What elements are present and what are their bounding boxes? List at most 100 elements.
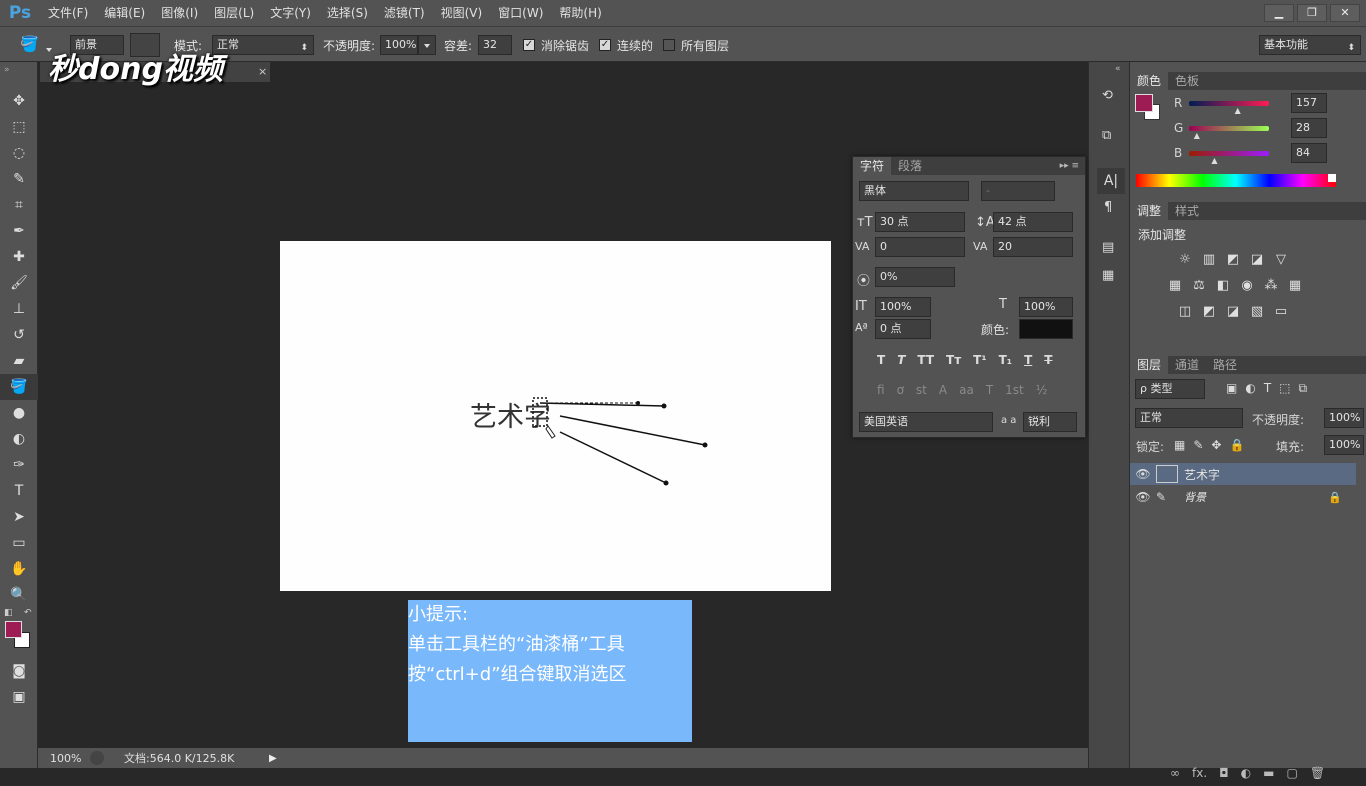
brush-presets-icon[interactable]: ▤ — [1102, 240, 1114, 255]
status-arrow-icon[interactable]: ▶ — [269, 753, 277, 764]
smart-filter-icon[interactable]: ⧉ — [1299, 381, 1308, 396]
blur-tool-icon[interactable]: ● — [0, 400, 38, 426]
curves-icon[interactable]: ◩ — [1224, 252, 1242, 268]
lock-pixels-icon[interactable]: ✎ — [1193, 438, 1203, 452]
hue-saturation-icon[interactable]: ▦ — [1166, 278, 1184, 294]
brightness-icon[interactable]: ☼ — [1176, 252, 1194, 268]
layer-row[interactable]: 👁 艺术字 — [1130, 463, 1356, 485]
pen-tool-icon[interactable]: ✑ — [0, 452, 38, 478]
tracking-input[interactable]: 20 — [993, 237, 1073, 257]
menu-image[interactable]: 图像(I) — [153, 0, 206, 26]
fractions-icon[interactable]: ½ — [1036, 383, 1048, 397]
quick-mask-icon[interactable]: ◙ — [0, 658, 38, 684]
panel-menu-icon[interactable]: ▸▸ ≡ — [1060, 161, 1079, 171]
all-caps-icon[interactable]: TT — [917, 353, 934, 367]
eyedropper-tool-icon[interactable]: ✒ — [0, 218, 38, 244]
default-colors-icon[interactable]: ◧ — [4, 608, 13, 618]
language-select[interactable]: 美国英语 — [859, 412, 993, 432]
close-tab-icon[interactable]: × — [258, 65, 267, 78]
paragraph-icon[interactable]: ¶ — [1104, 200, 1112, 215]
collapse-icon[interactable]: » — [0, 62, 37, 88]
healing-brush-tool-icon[interactable]: ✚ — [0, 244, 38, 270]
opacity-input[interactable]: 100% — [380, 35, 418, 55]
minimize-button[interactable]: ▁ — [1264, 4, 1294, 22]
history-icon[interactable]: ⟲ — [1102, 88, 1113, 103]
eraser-tool-icon[interactable]: ▰ — [0, 348, 38, 374]
character-panel-icon[interactable]: A| — [1097, 168, 1125, 194]
tab-swatches[interactable]: 色板 — [1168, 72, 1206, 90]
g-slider-thumb[interactable]: ▲ — [1194, 131, 1200, 140]
superscript-icon[interactable]: T¹ — [973, 353, 986, 367]
pixel-filter-icon[interactable]: ▣ — [1226, 381, 1237, 396]
marquee-tool-icon[interactable]: ⬚ — [0, 114, 38, 140]
workspace-select[interactable]: 基本功能 ⬍ — [1259, 35, 1361, 55]
paint-bucket-icon[interactable]: 🪣 — [20, 35, 44, 55]
ordinals-icon[interactable]: 1st — [1005, 383, 1024, 397]
move-tool-icon[interactable]: ✥ — [0, 88, 38, 114]
swash-icon[interactable]: A — [939, 383, 947, 397]
underline-icon[interactable]: T — [1024, 353, 1032, 367]
group-icon[interactable]: ▬ — [1263, 766, 1274, 780]
eye-icon[interactable]: 👁 — [1130, 490, 1156, 504]
all-layers-checkbox[interactable] — [663, 39, 675, 51]
tsume-input[interactable]: 0% — [875, 267, 955, 287]
shape-filter-icon[interactable]: ⬚ — [1279, 381, 1290, 396]
font-style-select[interactable]: - — [981, 181, 1055, 201]
gradient-map-icon[interactable]: ▧ — [1248, 304, 1266, 320]
ordinal-icon[interactable]: T — [986, 383, 993, 397]
blend-mode-select[interactable]: 正常 — [1135, 408, 1243, 428]
adjust-layer-icon[interactable]: ◐ — [1241, 766, 1251, 780]
black-white-icon[interactable]: ◧ — [1214, 278, 1232, 294]
shape-tool-icon[interactable]: ▭ — [0, 530, 38, 556]
mask-icon[interactable]: ◘ — [1219, 766, 1229, 780]
leading-input[interactable]: 42 点 — [993, 212, 1073, 232]
stylistic-icon[interactable]: st — [916, 383, 927, 397]
b-value-input[interactable]: 84 — [1291, 143, 1327, 163]
faux-italic-icon[interactable]: T — [897, 353, 905, 367]
color-lookup-icon[interactable]: ▦ — [1286, 278, 1304, 294]
b-slider-thumb[interactable]: ▲ — [1211, 156, 1217, 165]
eye-icon[interactable]: 👁 — [1130, 467, 1156, 481]
font-size-input[interactable]: 30 点 — [875, 212, 965, 232]
menu-view[interactable]: 视图(V) — [433, 0, 491, 26]
tab-adjustments[interactable]: 调整 — [1130, 202, 1169, 220]
levels-icon[interactable]: ▥ — [1200, 252, 1218, 268]
ligature-icon[interactable]: fi — [877, 383, 885, 397]
menu-layer[interactable]: 图层(L) — [206, 0, 262, 26]
small-caps-icon[interactable]: Tт — [946, 353, 961, 367]
layer-filter-select[interactable]: ρ 类型 — [1135, 379, 1205, 399]
tab-layers[interactable]: 图层 — [1130, 356, 1169, 374]
new-layer-icon[interactable]: ▢ — [1286, 766, 1297, 780]
lasso-tool-icon[interactable]: ◌ — [0, 140, 38, 166]
contiguous-checkbox[interactable]: ✓ — [599, 39, 611, 51]
r-slider[interactable] — [1189, 101, 1269, 106]
vertical-scale-input[interactable]: 100% — [875, 297, 931, 317]
tab-paragraph[interactable]: 段落 — [891, 157, 929, 175]
menu-window[interactable]: 窗口(W) — [490, 0, 551, 26]
r-slider-thumb[interactable]: ▲ — [1235, 106, 1241, 115]
lock-position-icon[interactable]: ✥ — [1211, 438, 1221, 452]
tab-color[interactable]: 颜色 — [1130, 72, 1169, 90]
mode-select[interactable]: 正常 ⬍ — [212, 35, 314, 55]
screen-mode-icon[interactable]: ▣ — [0, 684, 38, 710]
selective-color-icon[interactable]: ▭ — [1272, 304, 1290, 320]
tab-styles[interactable]: 样式 — [1168, 202, 1206, 220]
strikethrough-icon[interactable]: T — [1044, 353, 1052, 367]
kerning-input[interactable]: 0 — [875, 237, 965, 257]
invert-icon[interactable]: ◫ — [1176, 304, 1194, 320]
horizontal-scale-input[interactable]: 100% — [1019, 297, 1073, 317]
menu-help[interactable]: 帮助(H) — [551, 0, 609, 26]
menu-type[interactable]: 文字(Y) — [262, 0, 319, 26]
tab-channels[interactable]: 通道 — [1168, 356, 1206, 374]
menu-select[interactable]: 选择(S) — [319, 0, 376, 26]
collapse-icon[interactable]: « — [1115, 64, 1121, 74]
status-menu-icon[interactable] — [90, 751, 104, 765]
menu-filter[interactable]: 滤镜(T) — [376, 0, 433, 26]
tab-character[interactable]: 字符 — [853, 157, 892, 175]
titling-icon[interactable]: aa — [959, 383, 974, 397]
type-tool-icon[interactable]: T — [0, 478, 38, 504]
photo-filter-icon[interactable]: ◉ — [1238, 278, 1256, 294]
link-icon[interactable]: ∞ — [1170, 766, 1180, 780]
threshold-icon[interactable]: ◪ — [1224, 304, 1242, 320]
white-swatch[interactable] — [1328, 174, 1336, 182]
